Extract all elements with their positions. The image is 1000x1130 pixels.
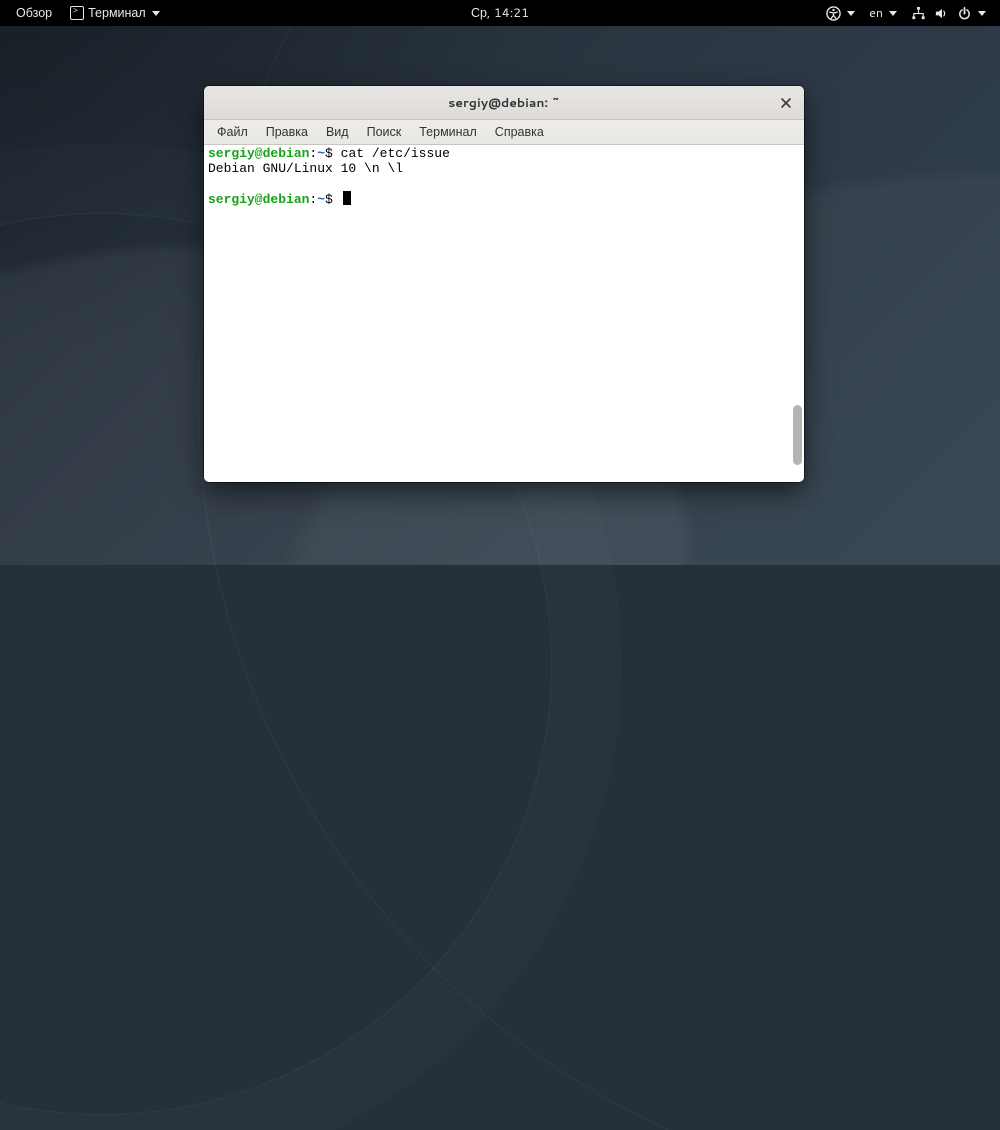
menu-file[interactable]: Файл — [208, 120, 257, 144]
chevron-down-icon — [152, 11, 160, 16]
prompt-user: sergiy@debian — [208, 146, 309, 161]
window-titlebar[interactable]: sergiy@debian: ~ — [204, 86, 804, 120]
chevron-down-icon — [889, 11, 897, 16]
menu-search-label: Поиск — [367, 123, 402, 141]
prompt-sigil: $ — [325, 146, 341, 161]
menu-edit[interactable]: Правка — [257, 120, 317, 144]
prompt-path: ~ — [317, 146, 325, 161]
prompt-user: sergiy@debian — [208, 192, 309, 207]
text-cursor — [343, 191, 351, 205]
app-menu-label: Терминал — [88, 4, 146, 22]
menu-edit-label: Правка — [266, 123, 308, 141]
terminal-body[interactable]: sergiy@debian:~$ cat /etc/issue Debian G… — [204, 145, 804, 482]
menu-help-label: Справка — [495, 123, 544, 141]
volume-icon — [934, 6, 949, 21]
menu-file-label: Файл — [217, 123, 248, 141]
power-icon — [957, 6, 972, 21]
menu-terminal-label: Терминал — [419, 123, 477, 141]
accessibility-menu[interactable] — [820, 3, 861, 24]
menu-search[interactable]: Поиск — [358, 120, 411, 144]
terminal-line: sergiy@debian:~$ cat /etc/issue — [208, 146, 800, 161]
scrollbar[interactable] — [792, 145, 803, 481]
terminal-icon — [70, 6, 84, 20]
keyboard-layout-menu[interactable]: en — [863, 1, 903, 25]
app-menu-button[interactable]: Терминал — [62, 1, 168, 25]
cmd-text: cat /etc/issue — [341, 146, 450, 161]
network-icon — [911, 6, 926, 21]
chevron-down-icon — [847, 11, 855, 16]
scrollbar-thumb[interactable] — [793, 405, 802, 465]
prompt-path: ~ — [317, 192, 325, 207]
menu-help[interactable]: Справка — [486, 120, 553, 144]
chevron-down-icon — [978, 11, 986, 16]
window-title: sergiy@debian: ~ — [448, 94, 560, 112]
menu-terminal[interactable]: Терминал — [410, 120, 486, 144]
menubar: Файл Правка Вид Поиск Терминал Справка — [204, 120, 804, 145]
menu-view[interactable]: Вид — [317, 120, 358, 144]
clock-label: Ср, 14:21 — [471, 4, 529, 22]
terminal-line: sergiy@debian:~$ — [208, 191, 800, 207]
terminal-line: Debian GNU/Linux 10 \n \l — [208, 161, 800, 176]
close-button[interactable] — [774, 91, 798, 115]
activities-button[interactable]: Обзор — [8, 1, 60, 25]
system-status-menu[interactable] — [905, 3, 992, 24]
close-icon — [780, 97, 792, 109]
clock-button[interactable]: Ср, 14:21 — [461, 1, 539, 25]
terminal-window: sergiy@debian: ~ Файл Правка Вид Поиск Т… — [204, 86, 804, 482]
top-panel: Обзор Терминал Ср, 14:21 en — [0, 0, 1000, 26]
menu-view-label: Вид — [326, 123, 349, 141]
terminal-line — [208, 176, 800, 191]
prompt-sigil: $ — [325, 192, 341, 207]
accessibility-icon — [826, 6, 841, 21]
keyboard-layout-label: en — [869, 4, 883, 22]
activities-label: Обзор — [16, 4, 52, 22]
output-text: Debian GNU/Linux 10 \n \l — [208, 161, 403, 176]
